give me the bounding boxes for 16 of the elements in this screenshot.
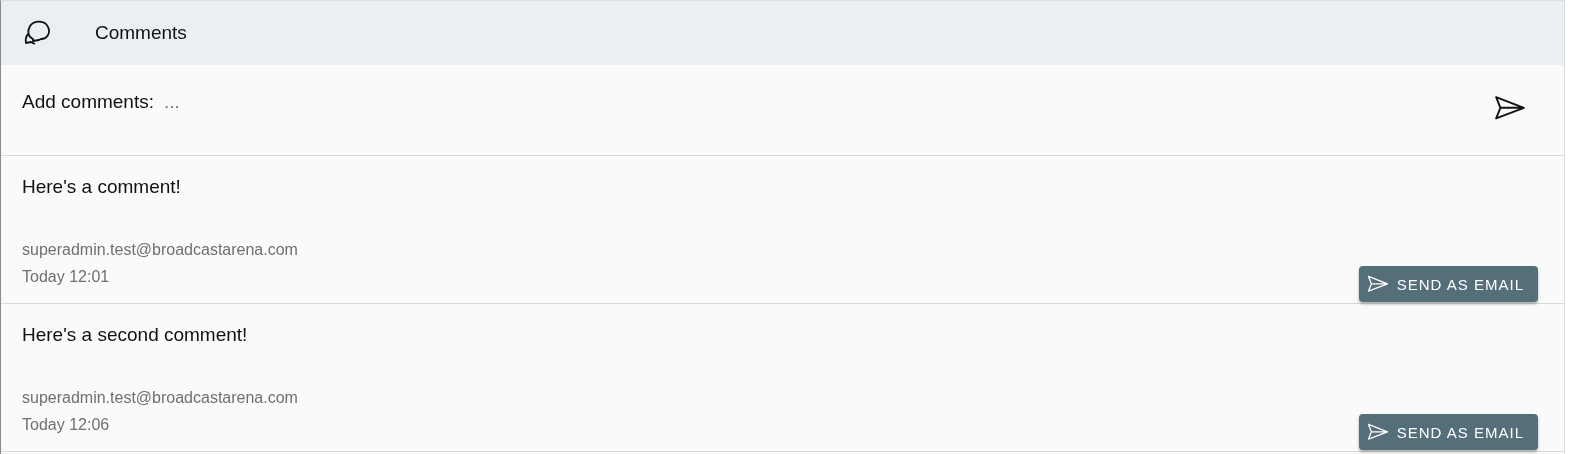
add-comment-label: Add comments: <box>22 91 154 113</box>
send-as-email-button[interactable]: SEND AS EMAIL <box>1358 414 1538 450</box>
comment-text: Here's a second comment! <box>22 324 249 346</box>
send-as-email-button[interactable]: SEND AS EMAIL <box>1358 266 1538 302</box>
comment-time: Today 12:01 <box>22 267 111 287</box>
comment-author: superadmin.test@broadcastarena.com <box>22 240 298 260</box>
send-icon <box>1366 275 1389 293</box>
comment-input[interactable]: ... <box>164 91 1484 113</box>
send-button[interactable] <box>1494 95 1526 121</box>
panel-title: Comments <box>95 22 187 44</box>
send-icon <box>1366 423 1389 441</box>
comment-text: Here's a comment! <box>22 176 182 198</box>
comment-author: superadmin.test@broadcastarena.com <box>22 388 298 408</box>
chat-bubbles-icon <box>23 19 53 47</box>
comment-time: Today 12:06 <box>22 415 111 435</box>
send-icon <box>1494 95 1526 121</box>
